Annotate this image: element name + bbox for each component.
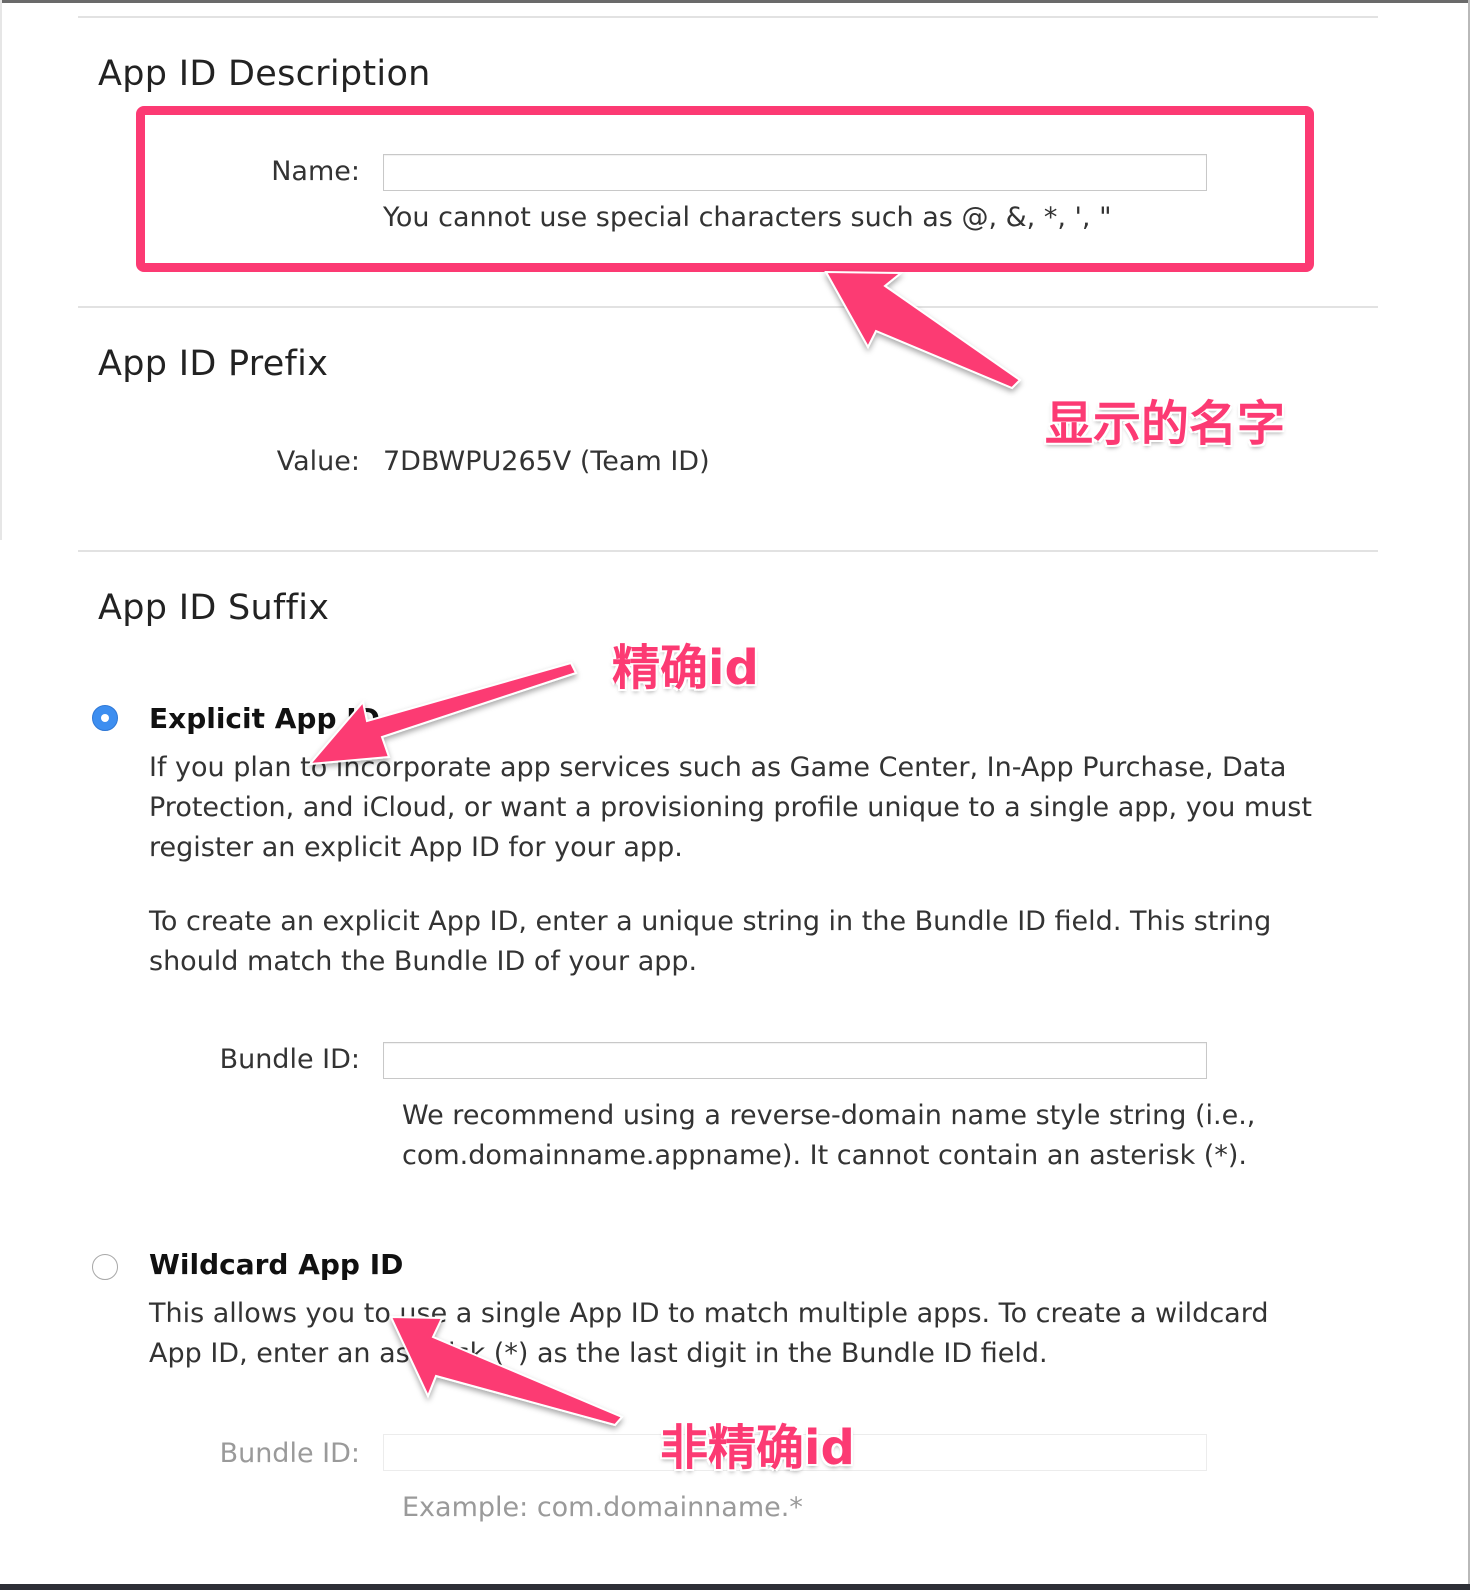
wildcard-description: This allows you to use a single App ID t… [149, 1298, 1269, 1369]
wildcard-app-id-label[interactable]: Wildcard App ID [149, 1248, 403, 1281]
wildcard-bundle-id-hint: Example: com.domainname.* [402, 1492, 803, 1523]
wildcard-bundle-id-label: Bundle ID: [219, 1438, 360, 1469]
window-bottom-edge [0, 1584, 1470, 1590]
prefix-value-label: Value: [276, 446, 360, 477]
explicit-bundle-id-hint: We recommend using a reverse-domain name… [402, 1100, 1256, 1171]
description-section-title: App ID Description [98, 54, 431, 94]
explicit-bundle-id-label: Bundle ID: [219, 1044, 360, 1075]
section-divider [78, 16, 1378, 18]
prefix-section-title: App ID Prefix [98, 344, 329, 384]
prefix-value: 7DBWPU265V (Team ID) [383, 446, 710, 477]
annotation-wildcard-id: 非精确id [660, 1420, 855, 1476]
wildcard-app-id-radio[interactable] [92, 1254, 118, 1280]
window-top-edge [0, 0, 1470, 3]
name-highlight-box [136, 106, 1314, 272]
annotation-display-name: 显示的名字 [1045, 396, 1286, 452]
section-divider [78, 550, 1378, 552]
explicit-description: If you plan to incorporate app services … [149, 752, 1312, 863]
suffix-section-title: App ID Suffix [98, 588, 330, 628]
explicit-app-id-label[interactable]: Explicit App ID [149, 702, 380, 735]
arrow-to-name-field [824, 270, 1022, 390]
window-left-edge [0, 0, 2, 540]
explicit-app-id-radio[interactable] [92, 705, 118, 731]
explicit-instructions: To create an explicit App ID, enter a un… [149, 906, 1272, 977]
annotation-explicit-id: 精确id [612, 640, 759, 696]
explicit-bundle-id-input[interactable] [383, 1042, 1207, 1079]
section-divider [78, 306, 1378, 308]
